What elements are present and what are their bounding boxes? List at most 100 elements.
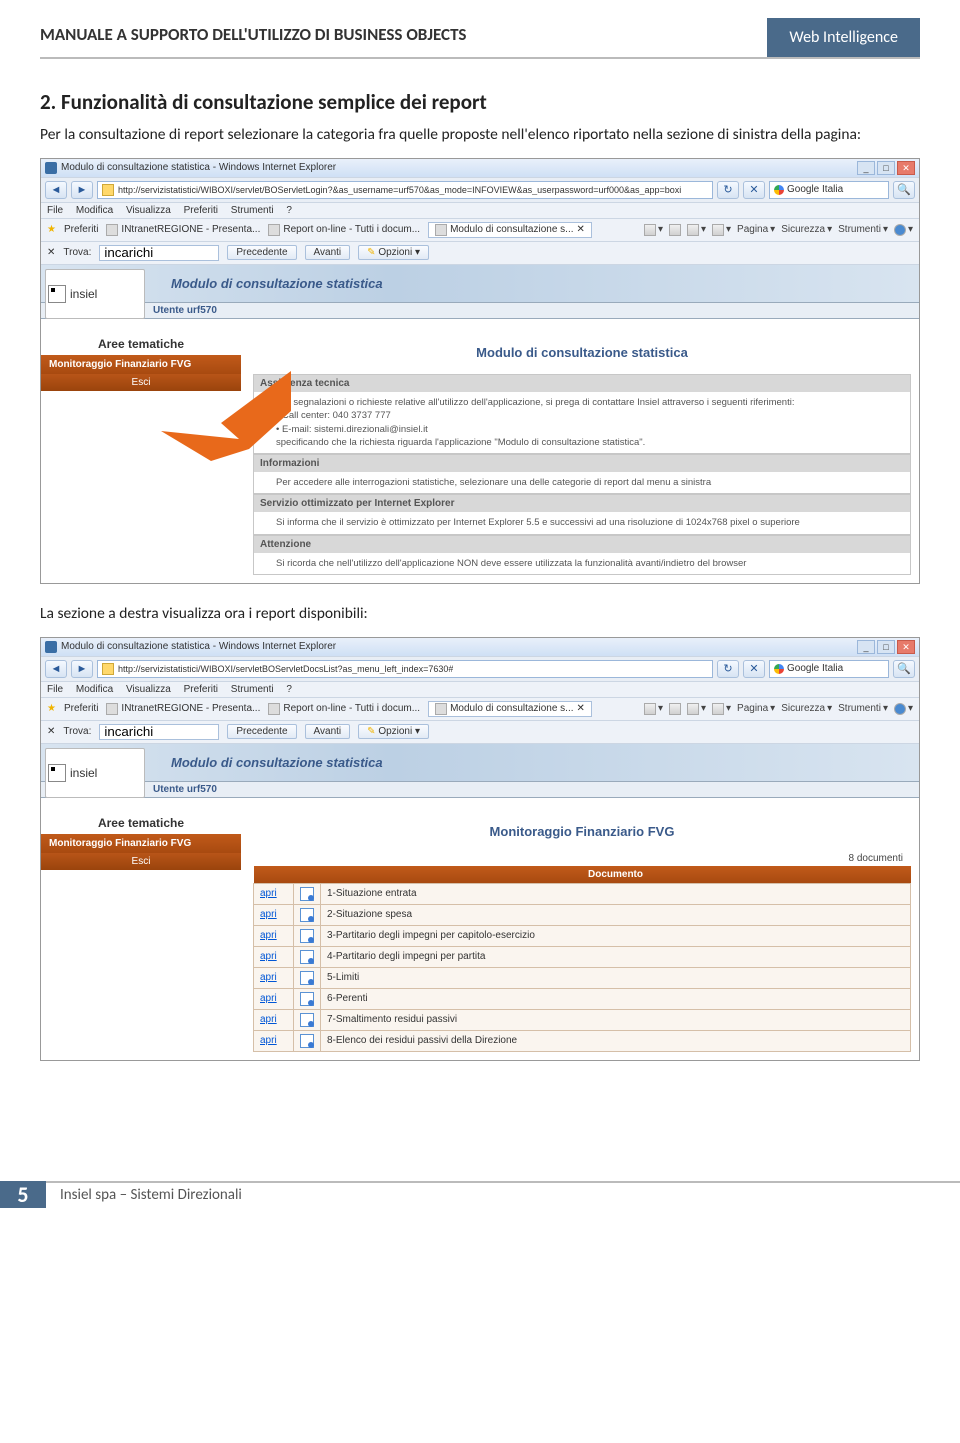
banner-title: Modulo di consultazione statistica (171, 276, 383, 291)
address-bar[interactable]: http://servizistatistici/WIBOXI/servlet/… (97, 181, 713, 199)
minimize-button[interactable]: _ (857, 640, 875, 654)
search-button[interactable]: 🔍 (893, 660, 915, 678)
open-link[interactable]: apri (260, 972, 277, 983)
open-link[interactable]: apri (260, 951, 277, 962)
open-link[interactable]: apri (260, 1035, 277, 1046)
help-icon[interactable]: ▾ (894, 703, 913, 715)
doc-name: 3-Partitario degli impegni per capitolo-… (321, 925, 911, 946)
find-input[interactable] (99, 724, 219, 740)
find-avanti-button[interactable]: Avanti (305, 245, 351, 260)
menu-modifica[interactable]: Modifica (76, 205, 113, 216)
search-box[interactable]: Google Italia (769, 660, 889, 678)
card-body: Si ricorda che nell'utilizzo dell'applic… (254, 553, 910, 574)
tools-pagina[interactable]: Pagina ▾ (737, 703, 775, 715)
refresh-button[interactable]: ↻ (717, 181, 739, 199)
open-link[interactable]: apri (260, 930, 277, 941)
home-icon[interactable]: ▾ (644, 224, 663, 236)
tools-strumenti[interactable]: Strumenti ▾ (838, 703, 888, 715)
feed-icon[interactable] (669, 703, 681, 715)
fav-tab-2[interactable]: Report on-line - Tutti i docum... (268, 224, 420, 236)
find-avanti-button[interactable]: Avanti (305, 724, 351, 739)
tools-strumenti[interactable]: Strumenti ▾ (838, 224, 888, 236)
sidebar: Aree tematiche Monitoraggio Finanziario … (41, 798, 241, 1060)
home-icon[interactable]: ▾ (644, 703, 663, 715)
ie-icon (45, 641, 57, 653)
search-engine: Google Italia (787, 663, 843, 674)
document-icon (300, 950, 314, 964)
find-opzioni-button[interactable]: ✎ Opzioni ▾ (358, 724, 429, 739)
fav-tab-1[interactable]: INtranetREGIONE - Presenta... (106, 224, 260, 236)
browser-navbar: ◄ ► http://servizistatistici/WIBOXI/serv… (41, 177, 919, 203)
find-precedente-button[interactable]: Precedente (227, 724, 296, 739)
back-button[interactable]: ◄ (45, 181, 67, 199)
card-head: Servizio ottimizzato per Internet Explor… (254, 495, 910, 512)
find-close-icon[interactable]: ✕ (47, 726, 55, 737)
main-panel: Modulo di consultazione statistica Assis… (241, 319, 919, 583)
sidebar-item-esci[interactable]: Esci (41, 374, 241, 391)
address-bar[interactable]: http://servizistatistici/WIBOXI/servletB… (97, 660, 713, 678)
footer-text: Insiel spa – Sistemi Direzionali (46, 1181, 960, 1208)
close-button[interactable]: ✕ (897, 640, 915, 654)
print-icon[interactable]: ▾ (712, 703, 731, 715)
ie-icon (45, 162, 57, 174)
stop-button[interactable]: ✕ (743, 660, 765, 678)
tools-pagina[interactable]: Pagina ▾ (737, 224, 775, 236)
sidebar-item-monitoraggio[interactable]: Monitoraggio Finanziario FVG (41, 355, 241, 374)
menu-preferiti[interactable]: Preferiti (184, 684, 218, 695)
minimize-button[interactable]: _ (857, 161, 875, 175)
favorites-star-icon[interactable]: ★ (47, 224, 56, 235)
forward-button[interactable]: ► (71, 660, 93, 678)
find-opzioni-button[interactable]: ✎ Opzioni ▾ (358, 245, 429, 260)
doc-name: 1-Situazione entrata (321, 883, 911, 904)
favorites-star-icon[interactable]: ★ (47, 703, 56, 714)
find-precedente-button[interactable]: Precedente (227, 245, 296, 260)
close-button[interactable]: ✕ (897, 161, 915, 175)
tools-sicurezza[interactable]: Sicurezza ▾ (781, 224, 832, 236)
refresh-button[interactable]: ↻ (717, 660, 739, 678)
tab-icon (268, 703, 280, 715)
help-icon[interactable]: ▾ (894, 224, 913, 236)
stop-button[interactable]: ✕ (743, 181, 765, 199)
back-button[interactable]: ◄ (45, 660, 67, 678)
menu-file[interactable]: File (47, 205, 63, 216)
fav-tab-3-active[interactable]: Modulo di consultazione s... ✕ (428, 701, 592, 717)
feed-icon[interactable] (669, 224, 681, 236)
banner-title: Modulo di consultazione statistica (171, 755, 383, 770)
fav-tab-1[interactable]: INtranetREGIONE - Presenta... (106, 703, 260, 715)
mail-icon[interactable]: ▾ (687, 224, 706, 236)
find-close-icon[interactable]: ✕ (47, 247, 55, 258)
menu-visualizza[interactable]: Visualizza (126, 684, 171, 695)
browser-menubar: File Modifica Visualizza Preferiti Strum… (41, 203, 919, 219)
find-input[interactable] (99, 245, 219, 261)
print-icon[interactable]: ▾ (712, 224, 731, 236)
open-link[interactable]: apri (260, 1014, 277, 1025)
tools-sicurezza[interactable]: Sicurezza ▾ (781, 703, 832, 715)
table-row: apri5-Limiti (254, 967, 911, 988)
sidebar-item-esci[interactable]: Esci (41, 853, 241, 870)
menu-preferiti[interactable]: Preferiti (184, 205, 218, 216)
maximize-button[interactable]: □ (877, 640, 895, 654)
menu-file[interactable]: File (47, 684, 63, 695)
open-link[interactable]: apri (260, 888, 277, 899)
forward-button[interactable]: ► (71, 181, 93, 199)
mail-icon[interactable]: ▾ (687, 703, 706, 715)
fav-tab-2[interactable]: Report on-line - Tutti i docum... (268, 703, 420, 715)
menu-strumenti[interactable]: Strumenti (231, 684, 274, 695)
menu-visualizza[interactable]: Visualizza (126, 205, 171, 216)
search-button[interactable]: 🔍 (893, 181, 915, 199)
menu-modifica[interactable]: Modifica (76, 684, 113, 695)
menu-help[interactable]: ? (286, 205, 292, 216)
search-box[interactable]: Google Italia (769, 181, 889, 199)
sidebar-item-monitoraggio[interactable]: Monitoraggio Finanziario FVG (41, 834, 241, 853)
document-icon (300, 1013, 314, 1027)
document-icon (300, 992, 314, 1006)
open-link[interactable]: apri (260, 909, 277, 920)
menu-help[interactable]: ? (286, 684, 292, 695)
logo-text: insiel (70, 766, 97, 780)
app-banner: insiel Modulo di consultazione statistic… (41, 265, 919, 303)
favorites-label: Preferiti (64, 224, 98, 235)
open-link[interactable]: apri (260, 993, 277, 1004)
fav-tab-3-active[interactable]: Modulo di consultazione s... ✕ (428, 222, 592, 238)
menu-strumenti[interactable]: Strumenti (231, 205, 274, 216)
maximize-button[interactable]: □ (877, 161, 895, 175)
